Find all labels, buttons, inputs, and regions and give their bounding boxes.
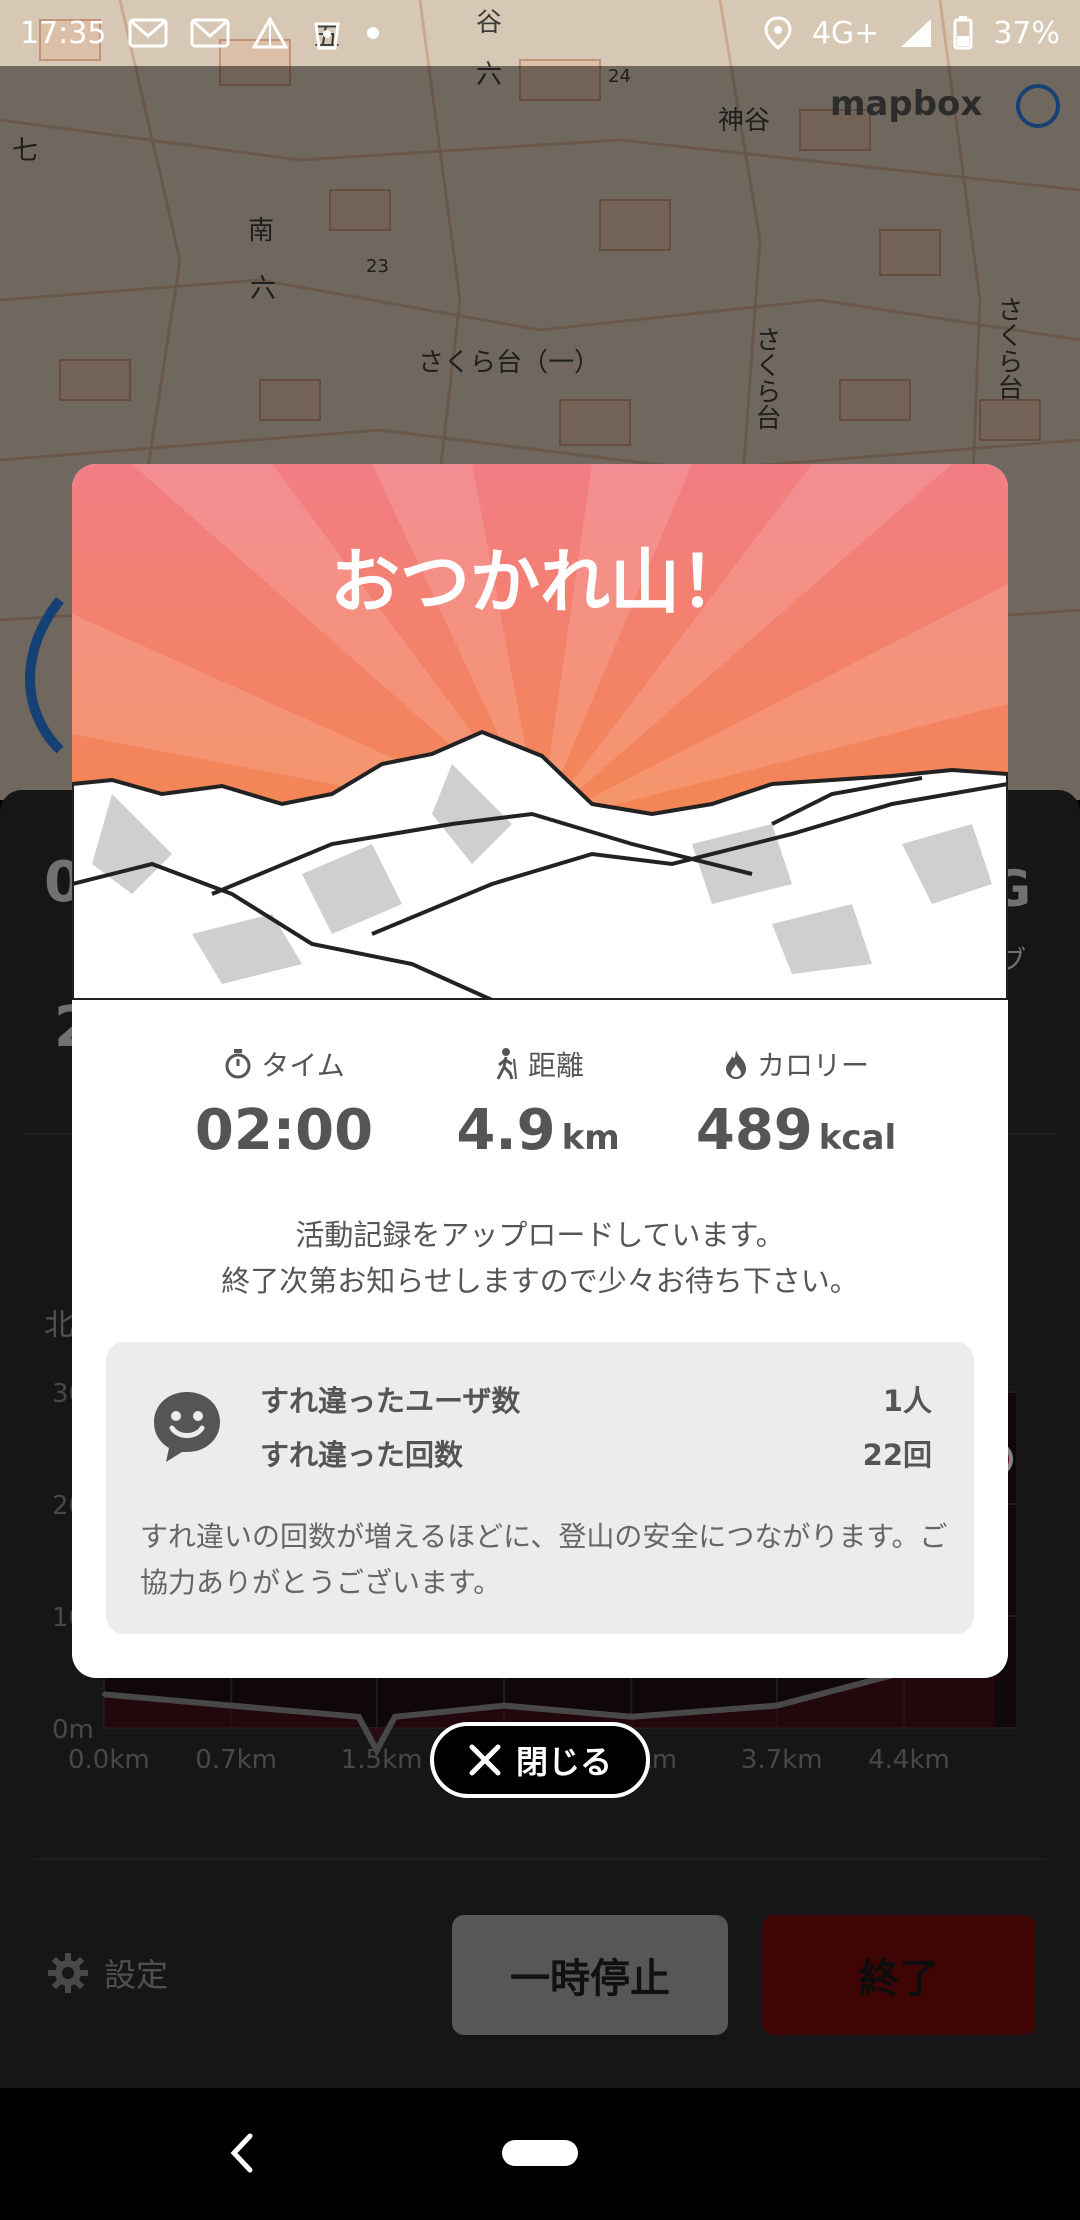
status-bar: 17:35 4G+ 37% [0,0,1080,66]
stat-label: カロリー [756,1049,869,1082]
chat-smile-icon [154,1392,220,1462]
status-time: 17:35 [20,15,107,51]
stat-value: 4.9 [456,1098,556,1163]
mountain-illustration: おつかれ山！ [72,464,1008,1000]
home-pill[interactable] [502,2140,578,2166]
signal-icon [901,19,932,47]
flame-icon [725,1050,746,1079]
stat-unit: km [561,1118,620,1158]
summary-dialog: おつかれ山！ タイム 02:00 距離 4.9 km カロリー 489 kcal 活… [72,464,1008,1678]
stat-label: 距離 [527,1049,584,1082]
gmail-icon [128,18,168,48]
stat-calories: カロリー 489 kcal [666,1044,926,1163]
upload-message-line: 活動記録をアップロードしています。 [295,1218,785,1252]
stat-value: 489 [695,1098,813,1163]
passby-count-label: すれ違った回数 [260,1438,464,1472]
timer-icon [225,1049,251,1079]
passby-count-value: 22回 [862,1438,932,1472]
stat-distance: 距離 4.9 km [408,1044,668,1163]
network-type: 4G+ [811,15,880,51]
passby-count-row: すれ違った回数 22回 [260,1432,932,1474]
stat-unit: kcal [818,1118,897,1158]
upload-message-line: 終了次第お知らせしますので少々お待ち下さい。 [221,1264,859,1298]
stat-label: タイム [261,1049,345,1082]
close-button-label: 閉じる [515,1743,612,1781]
passby-users-label: すれ違ったユーザ数 [260,1384,521,1418]
cup-icon [314,22,341,50]
upload-message: 活動記録をアップロードしています。 終了次第お知らせしますので少々お待ち下さい。 [72,1212,1008,1304]
stat-time: タイム 02:00 [154,1044,414,1163]
close-icon [469,1744,501,1776]
system-nav-bar [0,2088,1080,2220]
dialog-title: おつかれ山！ [330,541,750,623]
passby-card: すれ違ったユーザ数 1人 すれ違った回数 22回 すれ違いの回数が増えるほどに、… [106,1342,974,1634]
location-icon [764,16,792,50]
close-button[interactable]: 閉じる [430,1722,650,1798]
battery-icon [953,16,973,50]
yamap-icon [252,17,289,49]
gmail-icon [190,18,230,48]
passby-users-row: すれ違ったユーザ数 1人 [260,1378,932,1420]
back-icon[interactable] [222,2128,262,2178]
battery-percent: 37% [993,15,1060,51]
hiker-icon [496,1048,517,1080]
passby-users-value: 1人 [882,1384,932,1418]
stat-value: 02:00 [194,1098,374,1163]
dot-icon [367,27,380,39]
passby-note: すれ違いの回数が増えるほどに、登山の安全につながります。ご協力ありがとうございま… [140,1520,948,1599]
